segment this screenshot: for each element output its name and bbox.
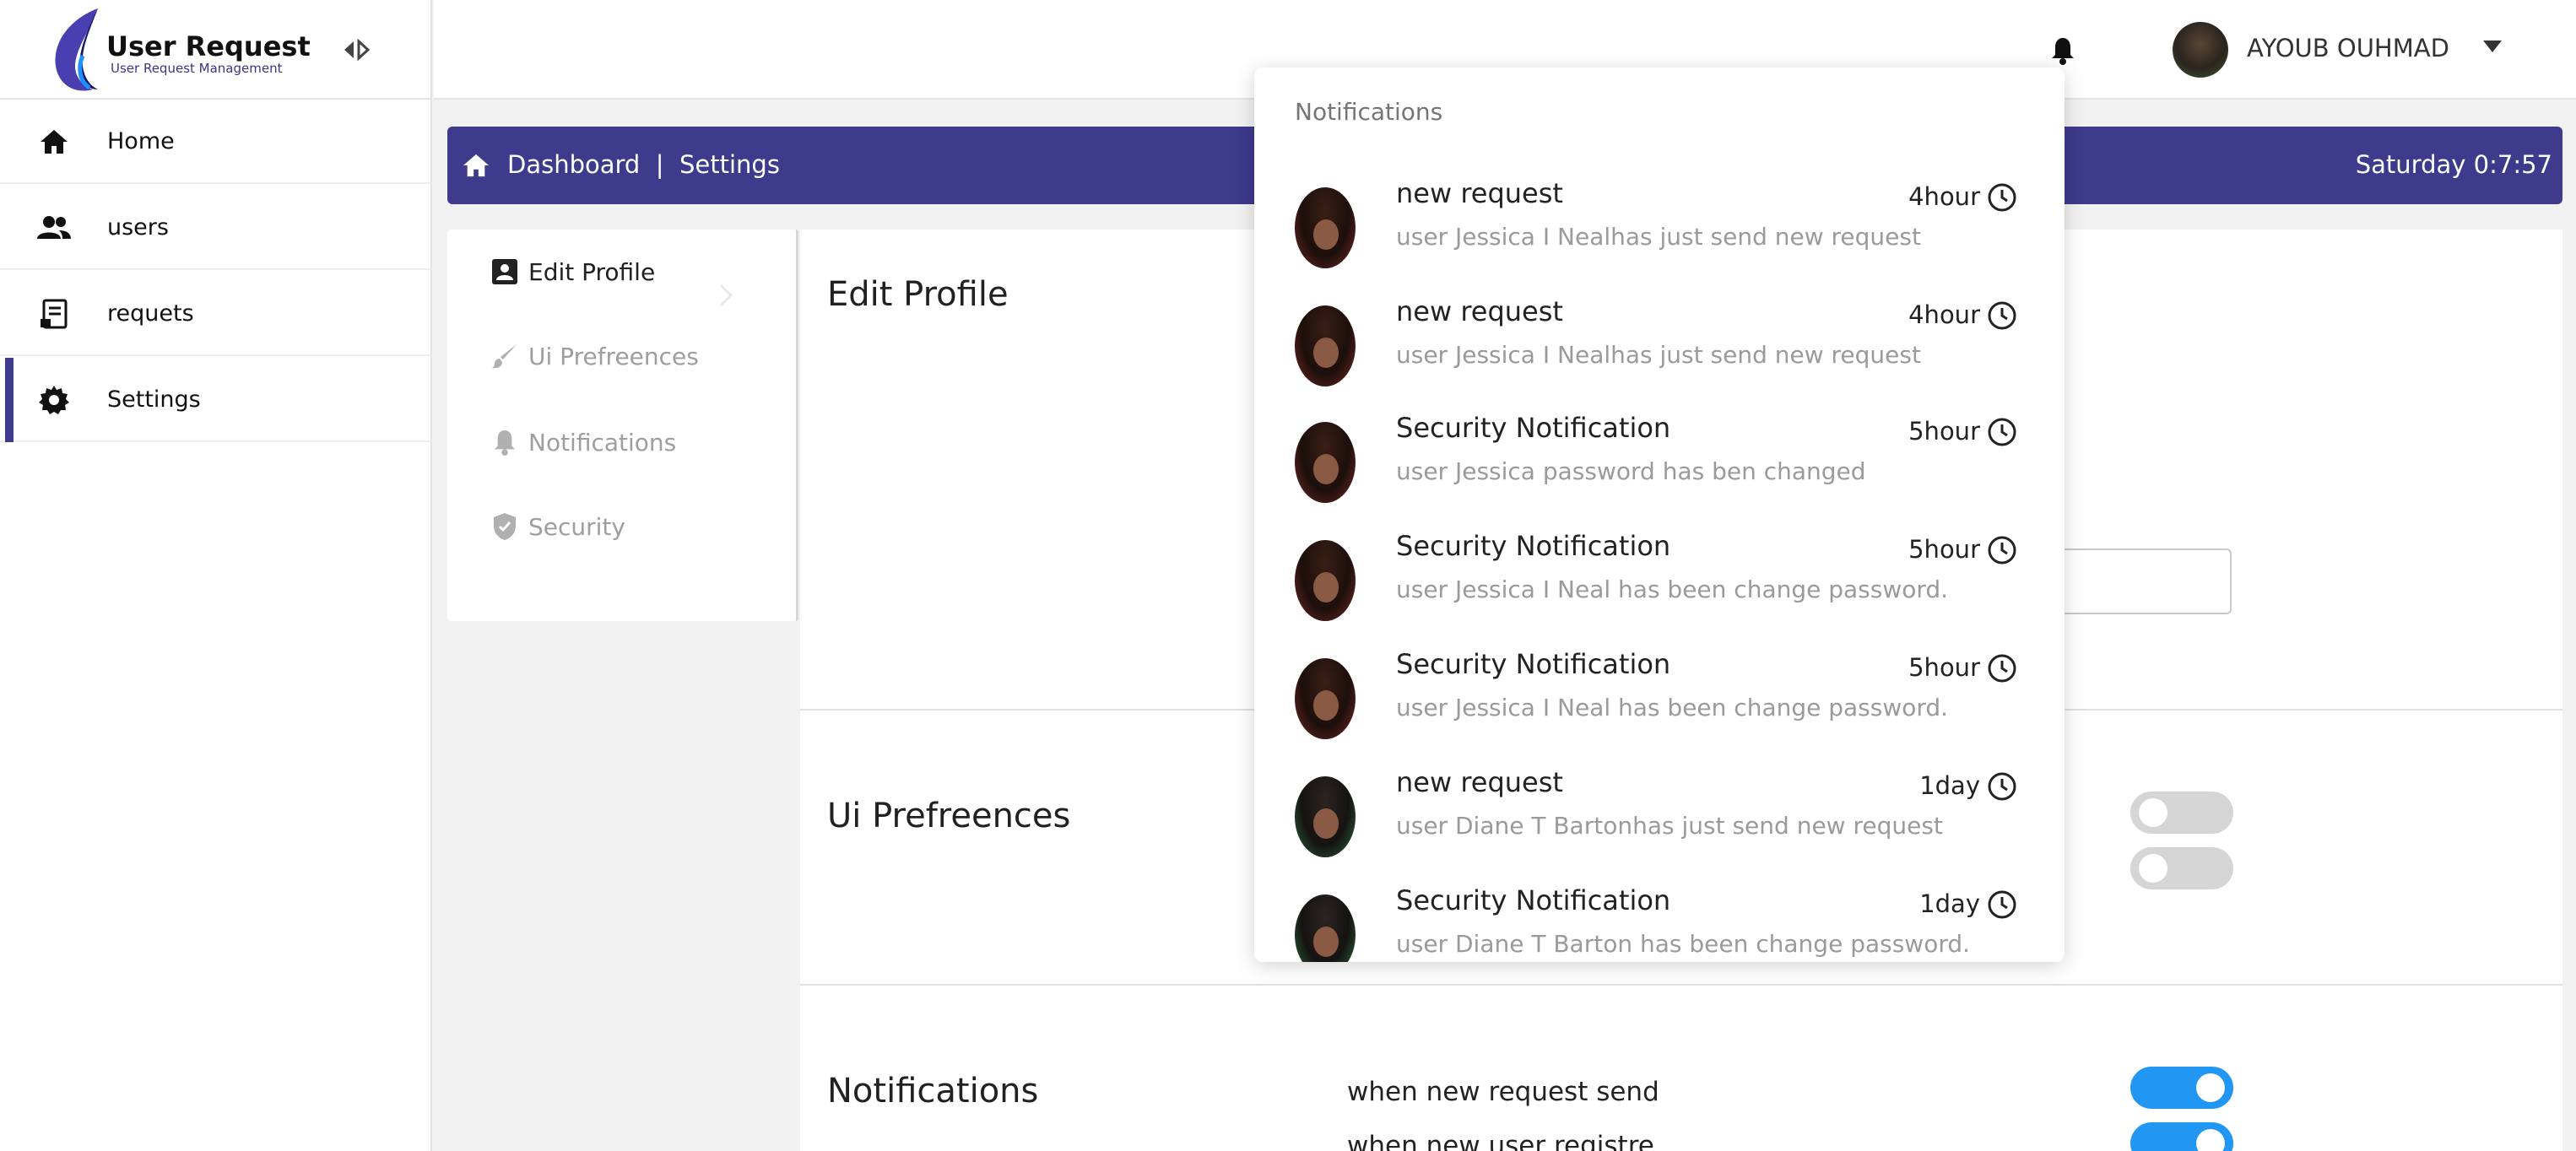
breadcrumb-home-icon[interactable] (459, 149, 493, 182)
collapse-sidebar-button[interactable] (339, 34, 373, 66)
notification-time: 5hour (1908, 535, 1980, 564)
toggle-knob (2196, 1129, 2225, 1151)
clock-icon (1988, 772, 2016, 801)
home-icon (37, 125, 71, 159)
section-title-notifications: Notifications (827, 1072, 1039, 1110)
notification-title: new request (1396, 766, 1563, 798)
notification-message: user Jessica I Neal has been change pass… (1396, 576, 1949, 603)
notification-item[interactable]: new request user Jessica I Nealhas just … (1254, 160, 2065, 278)
sidebar-item-label: Home (107, 128, 175, 154)
notification-message: user Jessica password has ben changed (1396, 457, 1866, 485)
avatar (1295, 540, 1356, 621)
avatar (1295, 658, 1356, 739)
notifications-header: Notifications (1295, 98, 1443, 126)
shield-icon (490, 511, 520, 542)
notification-time: 1day (1919, 771, 1980, 800)
ui-preference-toggle-2[interactable] (2130, 847, 2233, 889)
notification-pref-label: when new request send (1347, 1077, 1659, 1107)
clock-icon (1988, 183, 2016, 212)
notifications-bell-button[interactable] (2046, 34, 2080, 68)
sidebar-item-home[interactable]: Home (0, 100, 432, 184)
sidebar-item-label: Settings (107, 386, 201, 413)
notification-item[interactable]: new request user Diane T Bartonhas just … (1254, 749, 2065, 867)
bell-icon (490, 427, 520, 457)
profile-input-field[interactable] (2051, 548, 2232, 614)
clock-icon (1988, 418, 2016, 446)
clock-icon (1988, 301, 2016, 330)
settings-item-label: Ui Prefreences (528, 343, 699, 370)
settings-item-ui-preferences[interactable]: Ui Prefreences (447, 314, 798, 398)
notification-item[interactable]: new request user Jessica I Nealhas just … (1254, 278, 2065, 397)
avatar (1295, 305, 1356, 386)
profile-icon (490, 257, 520, 287)
users-icon (37, 211, 71, 245)
notification-message: user Jessica I Nealhas just send new req… (1396, 223, 1921, 251)
avatar (1295, 422, 1356, 503)
notification-time: 4hour (1908, 300, 1980, 329)
clock-icon (1988, 536, 2016, 565)
notification-item[interactable]: Security Notification user Jessica I Nea… (1254, 631, 2065, 749)
notification-title: Security Notification (1396, 648, 1671, 680)
notification-message: user Diane T Barton has been change pass… (1396, 930, 1971, 958)
section-title-ui-preferences: Ui Prefreences (827, 797, 1071, 835)
avatar (1295, 894, 1356, 962)
collapse-arrows-icon (344, 39, 371, 61)
clock-icon (1988, 654, 2016, 683)
sidebar-item-settings[interactable]: Settings (0, 358, 432, 442)
notifications-dropdown: Notifications new request user Jessica I… (1254, 68, 2065, 962)
brand: User Request User Request Management (0, 0, 432, 100)
settings-item-security[interactable]: Security (447, 484, 798, 569)
sidebar-item-requests[interactable]: requets (0, 272, 432, 356)
notification-item[interactable]: Security Notification user Jessica passw… (1254, 395, 2065, 513)
avatar (1295, 776, 1356, 857)
settings-item-edit-profile[interactable]: Edit Profile (447, 230, 798, 314)
notification-message: user Jessica I Nealhas just send new req… (1396, 341, 1921, 369)
section-divider (800, 984, 2562, 986)
notification-time: 5hour (1908, 417, 1980, 446)
clock-icon (1988, 890, 2016, 919)
notification-item[interactable]: Security Notification user Diane T Barto… (1254, 867, 2065, 962)
settings-item-label: Edit Profile (528, 258, 656, 286)
notification-message: user Jessica I Neal has been change pass… (1396, 694, 1949, 721)
clock-display: Saturday 0:7:57 (2355, 150, 2552, 179)
ui-preference-toggle-1[interactable] (2130, 792, 2233, 834)
requests-icon (37, 297, 71, 331)
notification-time: 4hour (1908, 182, 1980, 211)
notification-message: user Diane T Bartonhas just send new req… (1396, 812, 1943, 840)
notification-time: 5hour (1908, 653, 1980, 682)
settings-item-label: Notifications (528, 429, 677, 457)
brand-title: User Request (106, 30, 311, 62)
section-title-edit-profile: Edit Profile (827, 275, 1009, 314)
notification-title: Security Notification (1396, 412, 1671, 444)
notification-pref-label: when new user registre (1347, 1131, 1654, 1151)
chevron-down-icon[interactable] (2483, 41, 2502, 52)
bell-icon (2052, 38, 2074, 65)
sidebar-item-label: requets (107, 300, 194, 327)
notification-title: new request (1396, 177, 1563, 209)
sidebar: User Request User Request Management Hom… (0, 0, 432, 1151)
notification-title: new request (1396, 295, 1563, 327)
gear-icon (37, 383, 71, 417)
toggle-knob (2196, 1073, 2225, 1102)
settings-item-label: Security (528, 513, 625, 541)
toggle-knob (2139, 854, 2167, 883)
sidebar-item-users[interactable]: users (0, 186, 432, 270)
settings-item-notifications[interactable]: Notifications (447, 400, 798, 484)
notification-item[interactable]: Security Notification user Jessica I Nea… (1254, 513, 2065, 631)
avatar (1295, 187, 1356, 268)
notification-time: 1day (1919, 889, 1980, 918)
breadcrumb-text[interactable]: Dashboard | Settings (507, 150, 780, 179)
settings-menu: Edit Profile Ui Prefreences Notification… (447, 230, 798, 621)
toggle-knob (2139, 798, 2167, 827)
brush-icon (490, 341, 520, 371)
chevron-right-icon (719, 284, 733, 307)
brand-subtitle: User Request Management (111, 61, 283, 76)
notification-title: Security Notification (1396, 530, 1671, 562)
sidebar-item-label: users (107, 214, 169, 240)
notification-pref-toggle-1[interactable] (2130, 1067, 2233, 1109)
avatar[interactable] (2173, 22, 2228, 78)
user-name-menu[interactable]: AYOUB OUHMAD (2247, 34, 2449, 62)
notification-title: Security Notification (1396, 884, 1671, 916)
notification-pref-toggle-2[interactable] (2130, 1122, 2233, 1151)
